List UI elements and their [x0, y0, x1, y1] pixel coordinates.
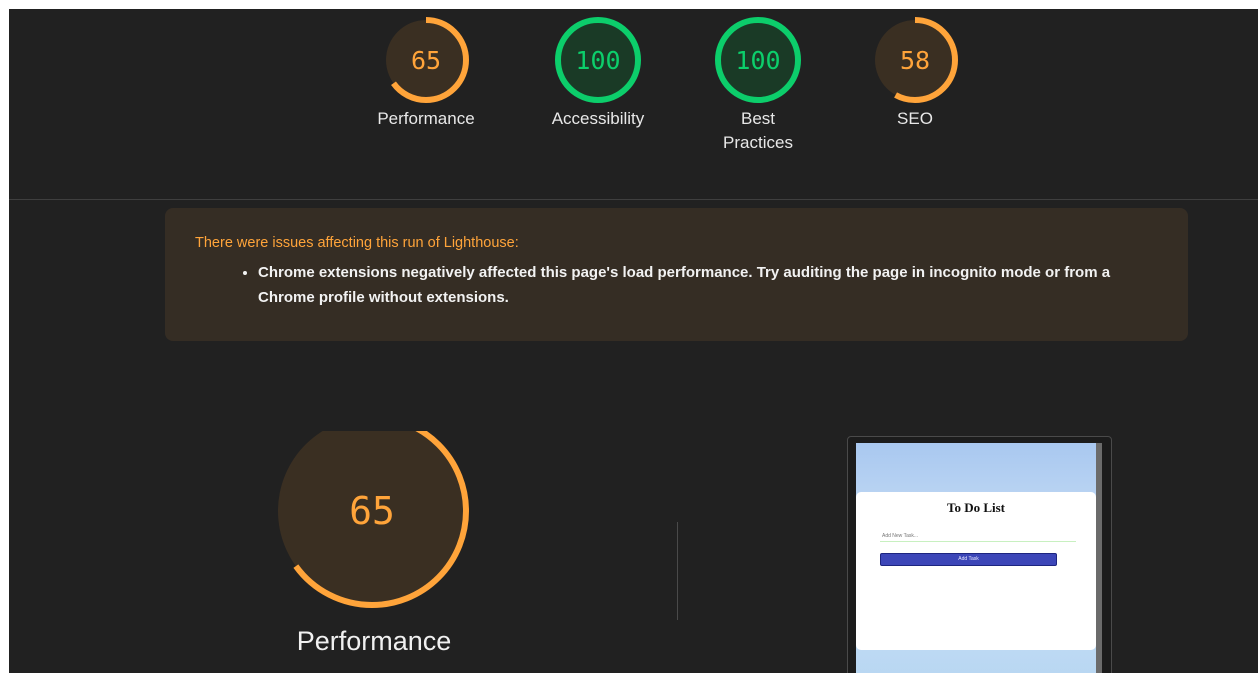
todo-card: To Do List Add Task [856, 492, 1096, 650]
accessibility-score-label: Accessibility [551, 109, 645, 128]
best-practices-gauge-ring: 100 [703, 15, 813, 105]
section-divider [677, 522, 678, 620]
performance-score-gauge[interactable]: 65 Performance [356, 15, 496, 131]
best-practices-score-gauge[interactable]: 100 Best Practices [708, 15, 808, 155]
warning-list: Chrome extensions negatively affected th… [195, 260, 1158, 310]
performance-score-value: 65 [410, 45, 442, 75]
add-task-button: Add Task [880, 553, 1057, 566]
warning-title: There were issues affecting this run of … [195, 235, 519, 251]
lighthouse-report: 65 Performance 100 Accessibility 100 Bes… [9, 9, 1258, 673]
seo-score-label: SEO [897, 109, 933, 128]
performance-gauge-ring: 65 [371, 15, 481, 105]
performance-main-gauge: 65 [272, 431, 472, 631]
performance-main-score-value: 65 [349, 489, 395, 533]
performance-score-label: Performance [377, 109, 475, 128]
run-warnings-banner: There were issues affecting this run of … [165, 208, 1188, 341]
best-practices-score-value: 100 [735, 45, 781, 75]
todo-task-input [880, 530, 1076, 542]
accessibility-score-value: 100 [575, 45, 621, 75]
screenshot-scrollbar [1096, 443, 1102, 673]
header-divider [9, 199, 1258, 200]
final-screenshot-thumbnail[interactable]: To Do List Add Task [847, 436, 1112, 673]
screenshot-viewport: To Do List Add Task [856, 443, 1096, 673]
warning-item: Chrome extensions negatively affected th… [258, 260, 1158, 310]
accessibility-gauge-ring: 100 [543, 15, 653, 105]
seo-gauge-ring: 58 [860, 15, 970, 105]
accessibility-score-gauge[interactable]: 100 Accessibility [528, 15, 668, 131]
seo-score-value: 58 [899, 45, 931, 75]
todo-title: To Do List [946, 500, 1006, 515]
best-practices-score-label: Best Practices [723, 109, 793, 152]
seo-score-gauge[interactable]: 58 SEO [855, 15, 975, 131]
performance-main-title: Performance [296, 626, 452, 656]
